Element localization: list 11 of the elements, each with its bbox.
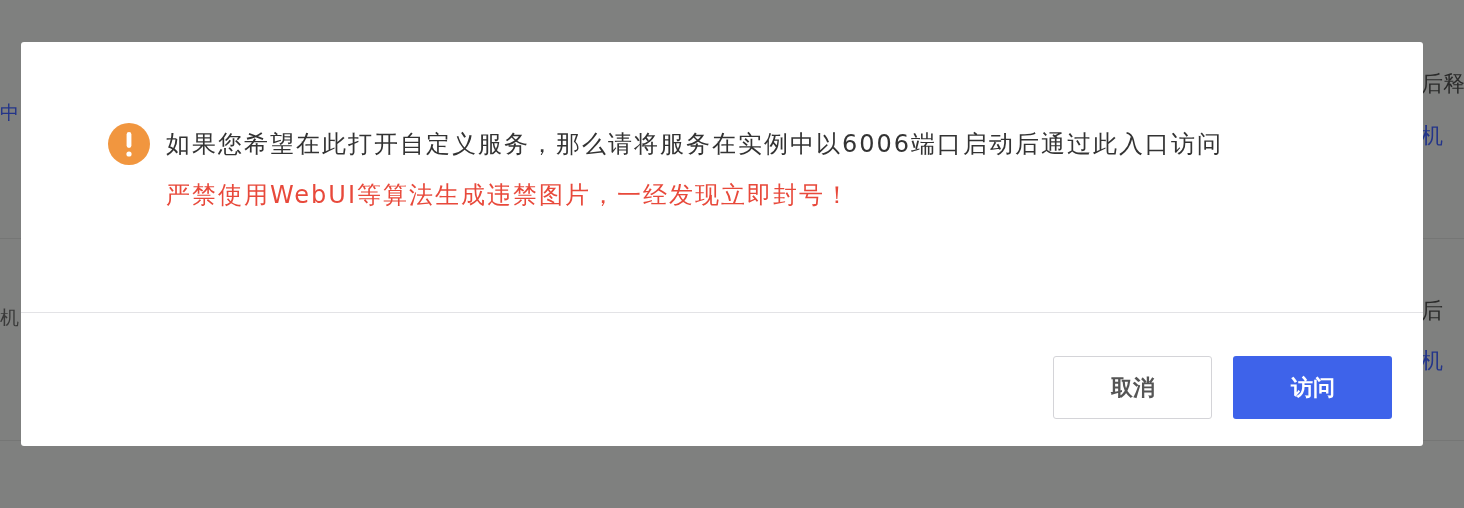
background-text: 机 xyxy=(1421,347,1443,375)
background-text: 机 xyxy=(0,305,19,330)
visit-button[interactable]: 访问 xyxy=(1233,356,1392,419)
background-text: 后 xyxy=(1421,297,1443,325)
background-text: 后释 xyxy=(1421,70,1464,98)
dialog-message: 如果您希望在此打开自定义服务，那么请将服务在实例中以6006端口启动后通过此入口访问 xyxy=(166,129,1224,159)
warning-text: 严禁使用WebUI等算法生成违禁图片，一经发现立即封号！ xyxy=(166,180,852,210)
background-text: 中 xyxy=(0,100,19,125)
background-text: 机 xyxy=(1421,122,1443,150)
warning-icon xyxy=(108,123,150,165)
cancel-button[interactable]: 取消 xyxy=(1053,356,1212,419)
